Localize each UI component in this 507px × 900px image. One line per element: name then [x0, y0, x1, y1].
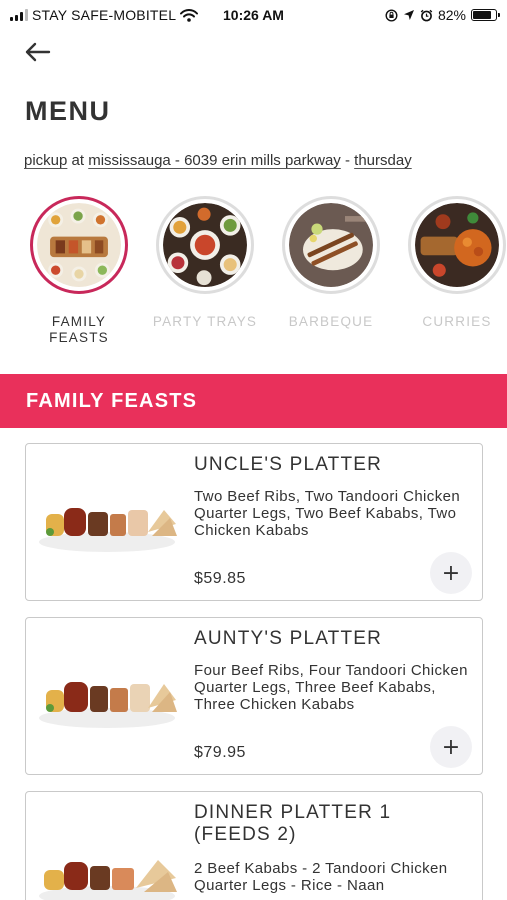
- category-barbeque[interactable]: BARBEQUE: [276, 196, 386, 330]
- menu-item-name: DINNER PLATTER 1 (FEEDS 2): [194, 802, 392, 845]
- status-time: 10:26 AM: [223, 7, 284, 23]
- section-banner: FAMILY FEASTS: [0, 374, 507, 428]
- menu-item-description: Two Beef Ribs, Two Tandoori Chicken Quar…: [194, 488, 461, 539]
- category-party-trays-ring: [156, 196, 254, 294]
- add-to-cart-button[interactable]: +: [430, 726, 472, 768]
- plus-icon: +: [441, 560, 461, 586]
- menu-item-description: Four Beef Ribs, Four Tandoori Chicken Qu…: [194, 662, 468, 713]
- category-barbeque-ring: [282, 196, 380, 294]
- pickup-info: pickup at mississauga - 6039 erin mills …: [24, 152, 507, 169]
- arrow-left-icon: [25, 42, 51, 62]
- status-bar: STAY SAFE-MOBITEL 10:26 AM 82%: [0, 0, 507, 30]
- category-curries-image: [415, 203, 499, 287]
- category-party-trays[interactable]: PARTY TRAYS: [150, 196, 260, 330]
- category-family-feasts-image: [37, 203, 121, 287]
- alarm-icon: [420, 9, 433, 21]
- category-curries[interactable]: CURRIES: [402, 196, 507, 330]
- menu-item-name: AUNTY'S PLATTER: [194, 628, 383, 649]
- menu-item-image: [39, 682, 177, 728]
- menu-item-image: [39, 508, 177, 552]
- status-left: STAY SAFE-MOBITEL: [10, 7, 199, 23]
- add-to-cart-button[interactable]: +: [430, 552, 472, 594]
- signal-icon: [10, 9, 28, 21]
- category-carousel[interactable]: FAMILY FEASTS PARTY TRAYS BARBEQUE CURRI…: [0, 196, 507, 356]
- menu-item-description: 2 Beef Kababs - 2 Tandoori Chicken Quart…: [194, 860, 448, 894]
- menu-item-price: $59.85: [194, 570, 246, 587]
- carrier-name: STAY SAFE-MOBITEL: [32, 7, 177, 23]
- location-icon: [403, 10, 414, 20]
- pickup-location-link[interactable]: mississauga - 6039 erin mills parkway: [88, 152, 341, 169]
- wifi-icon: [180, 8, 199, 22]
- menu-item-image: [39, 860, 177, 900]
- pickup-at-text: at: [71, 152, 85, 169]
- plus-icon: +: [441, 734, 461, 760]
- category-family-feasts-label: FAMILY FEASTS: [49, 314, 109, 345]
- battery-icon: [471, 9, 500, 21]
- menu-item-price: $79.95: [194, 744, 246, 761]
- category-barbeque-image: [289, 203, 373, 287]
- menu-item-card[interactable]: UNCLE'S PLATTER Two Beef Ribs, Two Tando…: [25, 443, 483, 601]
- page-title: MENU: [25, 96, 111, 126]
- category-barbeque-label: BARBEQUE: [288, 314, 374, 329]
- pickup-mode-link[interactable]: pickup: [24, 152, 67, 169]
- menu-item-card[interactable]: DINNER PLATTER 1 (FEEDS 2) 2 Beef Kababs…: [25, 791, 483, 900]
- status-right: 82%: [385, 7, 500, 23]
- category-family-feasts-ring: [30, 196, 128, 294]
- category-party-trays-label: PARTY TRAYS: [152, 314, 258, 329]
- battery-percent: 82%: [437, 7, 466, 23]
- menu-item-name: UNCLE'S PLATTER: [194, 454, 383, 475]
- category-family-feasts[interactable]: FAMILY FEASTS: [24, 196, 134, 346]
- screen-lock-icon: [385, 8, 398, 22]
- category-curries-ring: [408, 196, 506, 294]
- menu-item-card[interactable]: AUNTY'S PLATTER Four Beef Ribs, Four Tan…: [25, 617, 483, 775]
- back-button[interactable]: [22, 38, 54, 66]
- pickup-day-link[interactable]: thursday: [354, 152, 412, 169]
- category-curries-label: CURRIES: [422, 314, 492, 329]
- pickup-separator: -: [344, 152, 350, 169]
- category-party-trays-image: [163, 203, 247, 287]
